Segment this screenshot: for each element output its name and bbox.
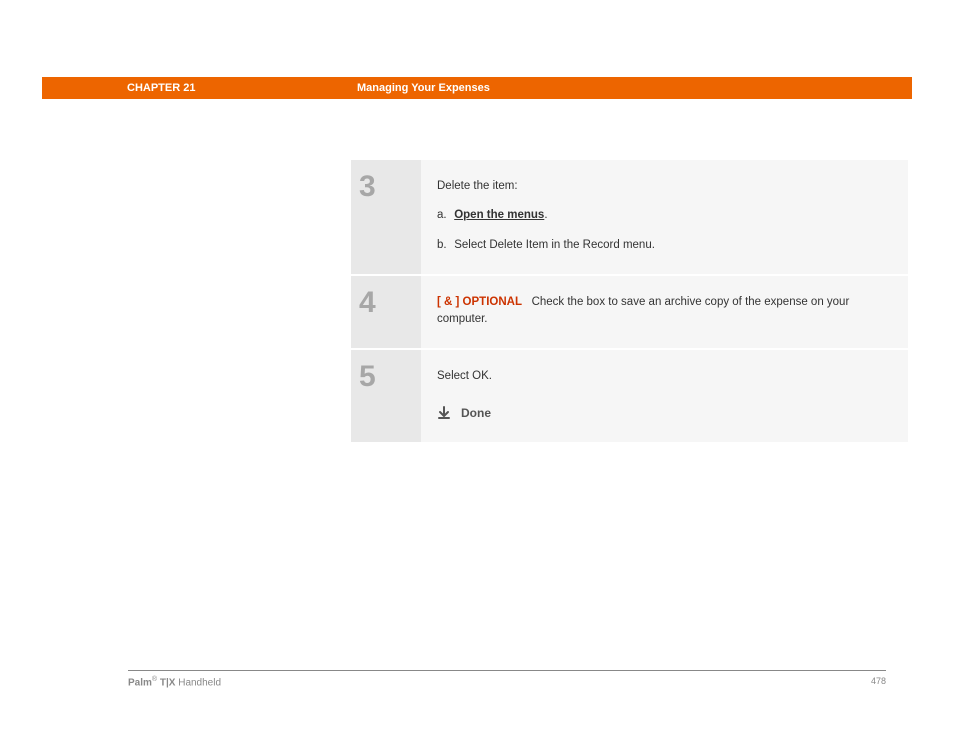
step-3-b-letter: b. xyxy=(437,237,451,254)
step-5-content: Select OK. Done xyxy=(421,350,908,441)
optional-tag: [ & ] OPTIONAL xyxy=(437,296,522,308)
step-3-number: 3 xyxy=(351,160,421,274)
chapter-label: CHAPTER 21 xyxy=(127,82,357,94)
footer-divider xyxy=(128,670,886,671)
step-4-number: 4 xyxy=(351,276,421,349)
footer-brand-model: T|X xyxy=(157,677,175,688)
step-3-a-letter: a. xyxy=(437,207,451,224)
download-arrow-icon xyxy=(437,406,451,420)
footer-brand-bold: Palm xyxy=(128,677,152,688)
step-5-number: 5 xyxy=(351,350,421,441)
page-number: 478 xyxy=(871,676,886,688)
step-4-content: [ & ] OPTIONAL Check the box to save an … xyxy=(421,276,908,349)
step-3-row: 3 Delete the item: a. Open the menus. b.… xyxy=(351,160,908,276)
step-4-text: [ & ] OPTIONAL Check the box to save an … xyxy=(437,294,892,329)
step-3-b-text: Select Delete Item in the Record menu. xyxy=(454,239,655,251)
chapter-title: Managing Your Expenses xyxy=(357,82,490,94)
done-row: Done xyxy=(437,404,892,422)
step-5-text: Select OK. xyxy=(437,368,892,385)
step-3-a: a. Open the menus. xyxy=(437,207,892,224)
step-3-a-suffix: . xyxy=(544,209,547,221)
step-5-row: 5 Select OK. Done xyxy=(351,350,908,443)
chapter-header-bar: CHAPTER 21 Managing Your Expenses xyxy=(42,77,912,99)
done-label: Done xyxy=(461,404,491,422)
step-3-intro: Delete the item: xyxy=(437,178,892,195)
footer-brand: Palm® T|X Handheld xyxy=(128,676,221,688)
step-3-content: Delete the item: a. Open the menus. b. S… xyxy=(421,160,908,274)
footer: Palm® T|X Handheld 478 xyxy=(128,676,886,688)
step-3-b: b. Select Delete Item in the Record menu… xyxy=(437,237,892,254)
open-menus-link[interactable]: Open the menus xyxy=(454,209,544,221)
step-4-row: 4 [ & ] OPTIONAL Check the box to save a… xyxy=(351,276,908,351)
footer-brand-tail: Handheld xyxy=(175,677,221,688)
steps-container: 3 Delete the item: a. Open the menus. b.… xyxy=(351,160,908,444)
